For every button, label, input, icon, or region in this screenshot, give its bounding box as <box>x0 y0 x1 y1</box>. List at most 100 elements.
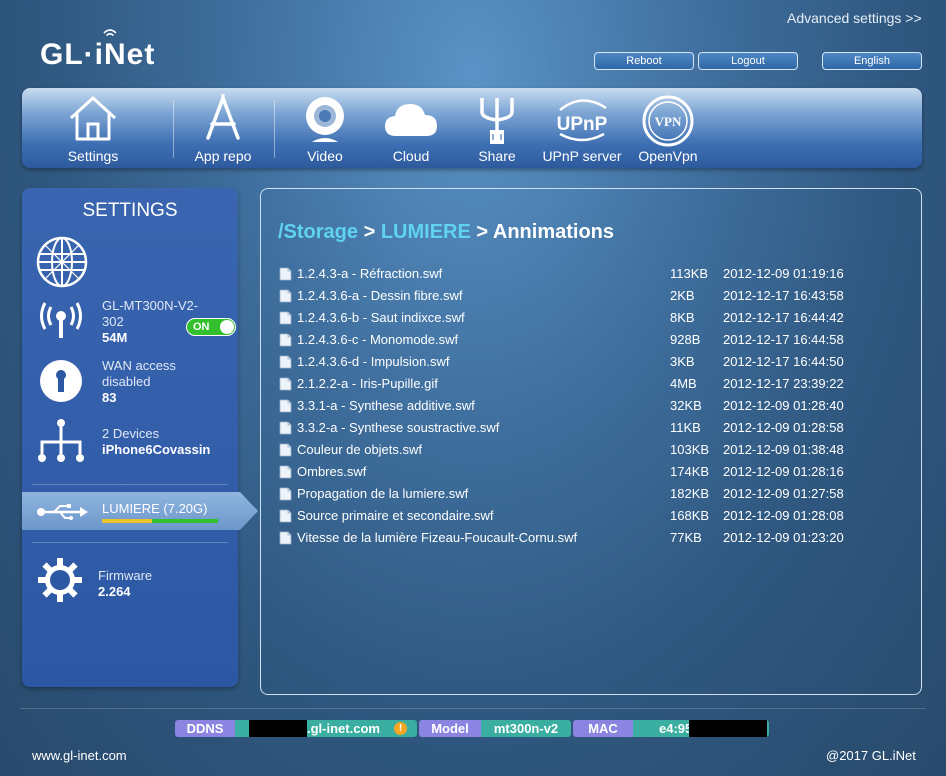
toolbar-label: Settings <box>67 148 119 164</box>
footer-website[interactable]: www.gl-inet.com <box>32 748 127 763</box>
logout-button[interactable]: Logout <box>698 52 798 70</box>
file-icon <box>279 289 292 303</box>
wireless-antenna-icon <box>40 302 82 338</box>
device-count: 2 Devices <box>102 426 160 441</box>
file-icon <box>279 531 292 545</box>
toolbar-item-cloud[interactable]: Cloud <box>372 88 450 168</box>
file-date: 2012-12-17 16:44:50 <box>723 354 844 369</box>
toolbar-item-upnp-server[interactable]: UPnP UPnP server <box>537 88 627 168</box>
file-icon <box>279 421 292 435</box>
footer-copyright: @2017 GL.iNet <box>826 748 916 763</box>
usb-storage-label: LUMIERE (7.20G) <box>102 501 208 516</box>
main-toolbar: Settings App repo Video Cloud Share UPnP… <box>22 88 922 168</box>
toolbar-item-share[interactable]: Share <box>458 88 536 168</box>
file-name[interactable]: 3.3.2-a - Synthese soustractive.swf <box>297 420 499 435</box>
file-name[interactable]: 1.2.4.3.6-b - Saut indixce.swf <box>297 310 465 325</box>
file-list: 1.2.4.3-a - Réfraction.swf 113KB 2012-12-0… <box>279 263 919 549</box>
wifi-speed: 54M <box>102 330 128 345</box>
device-name: iPhone6Covassin <box>102 442 211 457</box>
logo-wifi-icon <box>103 29 117 37</box>
file-row[interactable]: 1.2.4.3-a - Réfraction.swf 113KB 2012-12-0… <box>279 263 919 285</box>
advanced-settings-link[interactable]: Advanced settings >> <box>787 10 922 26</box>
sidebar-item-internet[interactable] <box>22 232 238 288</box>
file-icon <box>279 399 292 413</box>
file-icon <box>279 377 292 391</box>
toolbar-label: OpenVpn <box>638 148 698 164</box>
file-row[interactable]: 1.2.4.3.6-a - Dessin fibre.swf 2KB 2012-12… <box>279 285 919 307</box>
file-size: 928B <box>670 332 701 347</box>
ddns-value: .gl-inet.com <box>307 721 380 736</box>
ddns-warning-icon[interactable]: ! <box>394 722 407 735</box>
file-row[interactable]: 3.3.2-a - Synthese soustractive.swf 11KB 2… <box>279 417 919 439</box>
file-name[interactable]: 2.1.2.2-a - Iris-Pupille.gif <box>297 376 438 391</box>
gear-icon <box>38 558 82 602</box>
sidebar-item-wan[interactable]: WAN access disabled 83 <box>22 352 238 412</box>
reboot-button[interactable]: Reboot <box>594 52 694 70</box>
toolbar-item-video[interactable]: Video <box>286 88 364 168</box>
file-name[interactable]: 1.2.4.3.6-a - Dessin fibre.swf <box>297 288 462 303</box>
breadcrumb: /Storage > LUMIERE > Annimations <box>278 221 615 243</box>
upnp-badge-text: UPnP <box>557 114 608 135</box>
webcam-icon <box>306 97 344 142</box>
file-icon <box>279 487 292 501</box>
model-value: mt300n-v2 <box>481 720 571 737</box>
toolbar-item-app-repo[interactable]: App repo <box>184 88 262 168</box>
file-name[interactable]: Ombres.swf <box>297 464 366 479</box>
mac-redacted <box>689 720 767 737</box>
file-size: 77KB <box>670 530 702 545</box>
file-browser-panel: /Storage > LUMIERE > Annimations 1.2.4.3… <box>260 188 922 695</box>
file-row[interactable]: 1.2.4.3.6-d - Impulsion.swf 3KB 2012-12-17… <box>279 351 919 373</box>
ddns-label: DDNS <box>175 720 235 737</box>
file-icon <box>279 311 292 325</box>
file-row[interactable]: Propagation de la lumiere.swf 182KB 2012-1… <box>279 483 919 505</box>
wifi-toggle[interactable]: ON <box>186 318 236 336</box>
file-name[interactable]: 1.2.4.3.6-c - Monomode.swf <box>297 332 458 347</box>
firmware-label: Firmware <box>98 568 153 583</box>
file-name[interactable]: Vitesse de la lumière Fizeau-Foucault-Co… <box>297 530 577 545</box>
breadcrumb-storage[interactable]: /Storage <box>278 221 358 243</box>
logo-text: GL·iNet <box>40 38 156 71</box>
file-row[interactable]: 3.3.1-a - Synthese additive.swf 32KB 2012-… <box>279 395 919 417</box>
sidebar-title: SETTINGS <box>82 200 178 221</box>
file-row[interactable]: 2.1.2.2-a - Iris-Pupille.gif 4MB 2012-12-1… <box>279 373 919 395</box>
file-name[interactable]: 1.2.4.3.6-d - Impulsion.swf <box>297 354 449 369</box>
file-name[interactable]: Couleur de objets.swf <box>297 442 422 457</box>
wifi-toggle-label: ON <box>193 321 210 333</box>
file-row[interactable]: Source primaire et secondaire.swf 168KB 20… <box>279 505 919 527</box>
file-row[interactable]: 1.2.4.3.6-c - Monomode.swf 928B 2012-12-17… <box>279 329 919 351</box>
file-row[interactable]: 1.2.4.3.6-b - Saut indixce.swf 8KB 2012-12… <box>279 307 919 329</box>
wifi-ssid-line1: GL-MT300N-V2- <box>102 298 199 313</box>
breadcrumb-lumiere[interactable]: LUMIERE <box>381 221 471 243</box>
file-date: 2012-12-09 01:28:40 <box>723 398 844 413</box>
file-name[interactable]: 3.3.1-a - Synthese additive.swf <box>297 398 475 413</box>
gl-inet-logo: GL·iNet <box>40 29 156 72</box>
wan-status-line1: WAN access <box>102 358 176 373</box>
file-size: 32KB <box>670 398 702 413</box>
globe-icon <box>36 236 88 288</box>
toolbar-item-openvpn[interactable]: VPN OpenVpn <box>629 88 707 168</box>
file-icon <box>279 355 292 369</box>
file-name[interactable]: 1.2.4.3-a - Réfraction.swf <box>297 266 442 281</box>
model-label: Model <box>419 720 481 737</box>
network-tree-icon <box>38 419 84 462</box>
file-row[interactable]: Vitesse de la lumière Fizeau-Foucault-Co… <box>279 527 919 549</box>
toolbar-item-settings[interactable]: Settings <box>54 88 132 168</box>
sidebar-item-devices[interactable]: 2 Devices iPhone6Covassin <box>22 418 238 474</box>
file-name[interactable]: Source primaire et secondaire.swf <box>297 508 494 523</box>
vpn-badge-text: VPN <box>655 114 682 129</box>
file-size: 11KB <box>670 420 701 435</box>
file-row[interactable]: Couleur de objets.swf 103KB 2012-12-09 01:… <box>279 439 919 461</box>
wan-status-line2: disabled <box>102 374 151 389</box>
keyhole-icon <box>40 360 82 402</box>
ddns-redacted <box>249 720 307 737</box>
file-icon <box>279 509 292 523</box>
file-date: 2012-12-09 01:28:16 <box>723 464 844 479</box>
file-date: 2012-12-09 01:28:08 <box>723 508 844 523</box>
sidebar-item-firmware[interactable]: Firmware 2.264 <box>22 558 238 608</box>
language-button[interactable]: English <box>822 52 922 70</box>
file-row[interactable]: Ombres.swf 174KB 2012-12-09 01:28:16 <box>279 461 919 483</box>
file-size: 3KB <box>670 354 695 369</box>
file-name[interactable]: Propagation de la lumiere.swf <box>297 486 468 501</box>
file-date: 2012-12-09 01:28:58 <box>723 420 844 435</box>
sidebar-item-usb-storage[interactable]: LUMIERE (7.20G) <box>22 492 258 530</box>
